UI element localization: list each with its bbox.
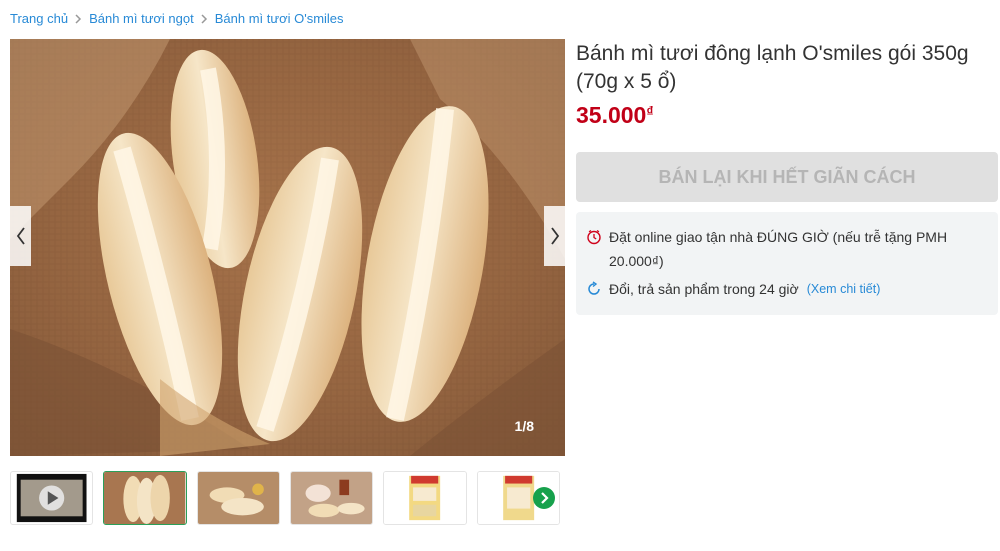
image-counter: 1/8 bbox=[514, 418, 534, 434]
chevron-right-icon bbox=[201, 13, 208, 24]
gallery-prev-button[interactable] bbox=[10, 206, 31, 266]
thumbnails-next-button[interactable] bbox=[533, 487, 555, 509]
product-image-gallery: 1/8 bbox=[10, 39, 565, 456]
breadcrumb: Trang chủ Bánh mì tươi ngọt Bánh mì tươi… bbox=[10, 11, 344, 26]
delivery-text-line1: Đặt online giao tận nhà ĐÚNG GIỜ (nếu tr… bbox=[609, 229, 948, 245]
delivery-policy: Đặt online giao tận nhà ĐÚNG GIỜ (nếu tr… bbox=[586, 225, 947, 273]
currency-symbol: ₫ bbox=[646, 103, 654, 119]
thumbnail-image-2[interactable] bbox=[196, 471, 280, 525]
play-icon bbox=[16, 473, 87, 523]
restock-notice-button[interactable]: BÁN LẠI KHI HẾT GIÃN CÁCH bbox=[576, 152, 998, 202]
bread-thumbnail-image bbox=[290, 472, 373, 524]
chevron-right-icon bbox=[550, 227, 559, 245]
return-text: Đổi, trả sản phẩm trong 24 giờ bbox=[609, 281, 799, 297]
thumbnail-image-1[interactable] bbox=[103, 471, 187, 525]
thumbnail-image-4[interactable] bbox=[383, 471, 467, 525]
arrow-right-circle-icon bbox=[541, 492, 549, 504]
thumbnail-video[interactable] bbox=[10, 471, 94, 525]
price-value: 35.000 bbox=[576, 102, 647, 128]
chevron-right-icon bbox=[75, 13, 82, 24]
return-policy: Đổi, trả sản phẩm trong 24 giờ (Xem chi … bbox=[586, 277, 880, 301]
bread-thumbnail-image bbox=[104, 472, 186, 524]
gallery-next-button[interactable] bbox=[544, 206, 565, 266]
product-price: 35.000₫ bbox=[576, 102, 654, 129]
policy-box: Đặt online giao tận nhà ĐÚNG GIỜ (nếu tr… bbox=[576, 212, 998, 315]
product-photo bbox=[10, 39, 565, 456]
breadcrumb-subcategory-link[interactable]: Bánh mì tươi O'smiles bbox=[215, 11, 344, 26]
clock-icon bbox=[587, 229, 601, 245]
breadcrumb-category-link[interactable]: Bánh mì tươi ngọt bbox=[89, 11, 194, 26]
chevron-left-icon bbox=[16, 227, 25, 245]
refresh-icon bbox=[588, 281, 600, 295]
delivery-text-line2: 20.000₫) bbox=[609, 253, 664, 269]
breadcrumb-home-link[interactable]: Trang chủ bbox=[10, 11, 68, 26]
package-thumbnail-image bbox=[384, 472, 466, 524]
return-details-link[interactable]: (Xem chi tiết) bbox=[807, 277, 881, 301]
bread-thumbnail-image bbox=[197, 472, 279, 524]
thumbnail-image-3[interactable] bbox=[289, 471, 374, 525]
thumbnail-strip bbox=[10, 471, 570, 525]
product-title: Bánh mì tươi đông lạnh O'smiles gói 350g… bbox=[576, 42, 969, 93]
